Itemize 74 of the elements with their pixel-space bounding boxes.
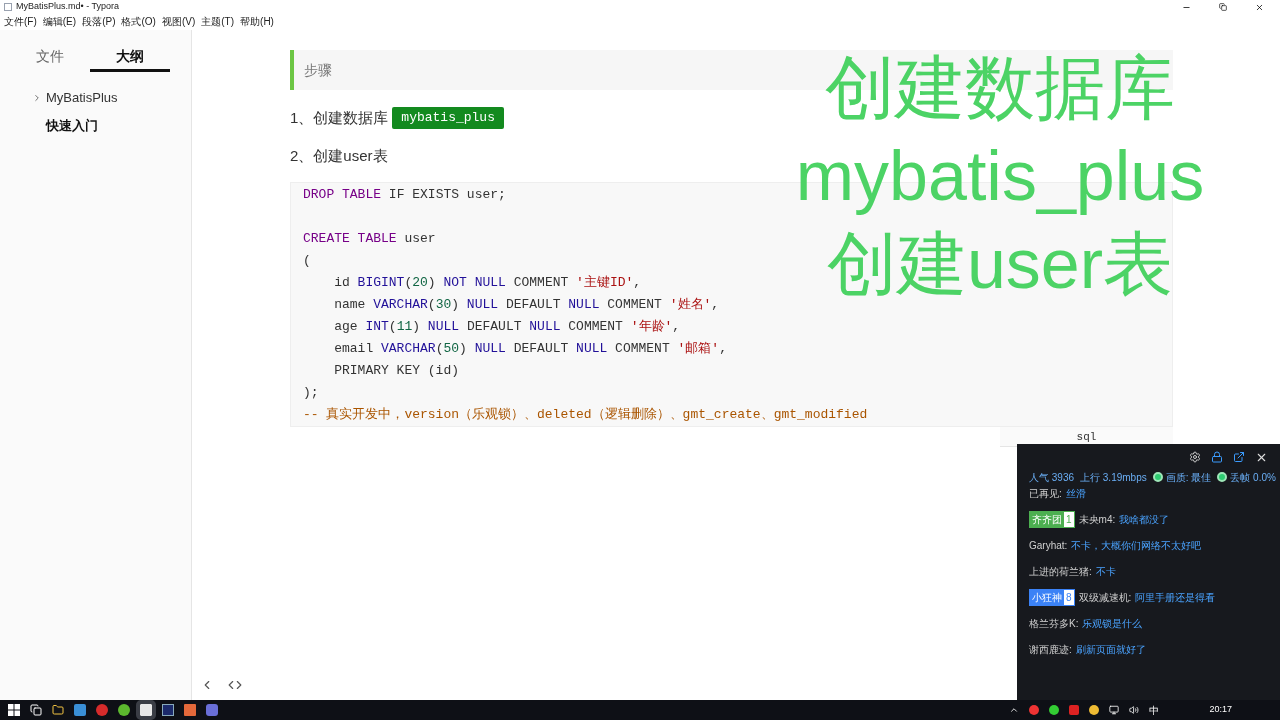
menu-item[interactable]: 格式(O) (121, 16, 156, 28)
step-text: 2、创建user表 (290, 145, 388, 166)
menu-item[interactable]: 帮助(H) (240, 16, 274, 28)
app-icon[interactable] (118, 704, 130, 716)
chat-username: 双级减速机: (1078, 590, 1132, 605)
stat-text: 画质: 最佳 (1165, 470, 1212, 485)
app-icon[interactable] (206, 704, 218, 716)
caption-text: mybatis_plus (795, 136, 1205, 217)
volume-icon[interactable] (1129, 705, 1140, 715)
chat-message: 刷新页面就好了 (1075, 642, 1146, 657)
caption-text: 创建数据库 (825, 48, 1175, 129)
app-icon (4, 3, 12, 11)
chat-username: 未央m4: (1078, 512, 1116, 527)
code-line: ( (303, 252, 311, 270)
inline-code: mybatis_plus (392, 107, 504, 129)
outline-item[interactable]: MyBatisPlus (46, 88, 118, 108)
chat-message: 不卡 (1095, 564, 1116, 579)
chat-message: 不卡，大概你们网络不太好吧 (1071, 538, 1202, 553)
chat-username: 格兰芬多K: (1029, 616, 1079, 631)
task-view-icon[interactable] (30, 704, 42, 716)
chat-username: 已再见: (1029, 486, 1062, 501)
ime-indicator[interactable]: 中 (1149, 702, 1160, 718)
menu-item[interactable]: 主题(T) (201, 16, 235, 28)
tray-chevron-icon[interactable] (1009, 705, 1020, 715)
caption-text: 创建user表 (826, 224, 1174, 305)
code-line: -- 真实开发中，version（乐观锁）、deleted（逻辑删除）、gmt_create、gmt_modified (303, 406, 868, 424)
sidebar-tab[interactable]: 大纲 (90, 44, 170, 72)
source-code-icon[interactable] (228, 678, 242, 692)
menu-item[interactable]: 视图(V) (161, 16, 196, 28)
network-icon[interactable] (1109, 705, 1120, 715)
code-line: DROP TABLE IF EXISTS user; (303, 186, 506, 204)
fan-badge: 齐齐团 1 (1029, 510, 1075, 528)
code-line: name VARCHAR(30) NULL DEFAULT NULL COMMENT '姓名', (333, 296, 720, 314)
code-line: age INT(11) NULL DEFAULT NULL COMMENT '年龄', (333, 318, 681, 336)
chat-message: 丝滑 (1065, 486, 1086, 501)
stat-text: 丢帧 0.0% (1230, 470, 1276, 485)
app-icon[interactable] (74, 704, 86, 716)
start-icon[interactable] (8, 704, 20, 716)
fan-badge: 小狂神 8 (1029, 588, 1075, 606)
app-icon[interactable] (162, 704, 174, 716)
chat-message: 我啥都没了 (1119, 512, 1170, 527)
clock[interactable]: 20:17 (1209, 703, 1232, 717)
code-line: PRIMARY KEY (id) (333, 362, 460, 380)
code-line: email VARCHAR(50) NULL DEFAULT NULL COMMENT '邮箱', (333, 340, 727, 358)
code-line: CREATE TABLE user (303, 230, 436, 248)
chat-message: 阿里手册还是得看 (1135, 590, 1216, 605)
close-icon[interactable] (1255, 2, 1264, 12)
restore-icon[interactable] (1219, 3, 1227, 11)
chat-username: 谢西鹿迹: (1029, 642, 1072, 657)
lock-icon[interactable] (1211, 451, 1223, 463)
code-line: ); (303, 384, 319, 402)
chat-message: 乐观锁是什么 (1082, 616, 1143, 631)
sidebar-tab[interactable]: 文件 (10, 44, 90, 72)
folder-icon[interactable] (52, 704, 64, 716)
menu-item[interactable]: 段落(P) (82, 16, 116, 28)
stat-text: 人气 3936 (1029, 470, 1075, 485)
menu-item[interactable]: 文件(F) (4, 16, 37, 28)
settings-icon[interactable] (1189, 451, 1201, 463)
stat-text: 上行 3.19mbps (1080, 470, 1147, 485)
tray-icon[interactable] (1049, 705, 1060, 715)
tray-icon[interactable] (1089, 705, 1100, 715)
step-text: 1、创建数据库 (290, 107, 389, 128)
chat-username: Garyhat: (1029, 538, 1068, 553)
language-label[interactable]: sql (1000, 427, 1173, 447)
code-line: id BIGINT(20) NOT NULL COMMENT '主键ID', (333, 274, 642, 292)
window-title: MyBatisPlus.md• - Typora (16, 0, 120, 14)
outline-item[interactable]: 快速入门 (46, 116, 98, 136)
popout-icon[interactable] (1233, 451, 1245, 463)
tray-icon[interactable] (1029, 705, 1040, 715)
quote-text: 步骤 (304, 60, 332, 80)
chat-username: 上进的荷兰猪: (1029, 564, 1092, 579)
chevron-icon[interactable] (32, 93, 42, 103)
menu-item[interactable]: 编辑(E) (42, 16, 77, 28)
app-icon[interactable] (96, 704, 108, 716)
